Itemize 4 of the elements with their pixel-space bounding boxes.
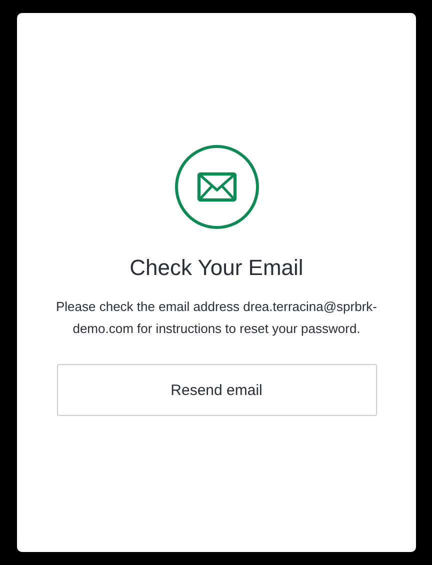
instruction-text: Please check the email address drea.terracina@sprbrk-demo.com for instructions to reset your password. xyxy=(54,298,378,338)
page-title: Check Your Email xyxy=(130,254,304,282)
envelope-icon xyxy=(174,145,258,229)
resend-email-button[interactable]: Resend email xyxy=(56,364,376,416)
